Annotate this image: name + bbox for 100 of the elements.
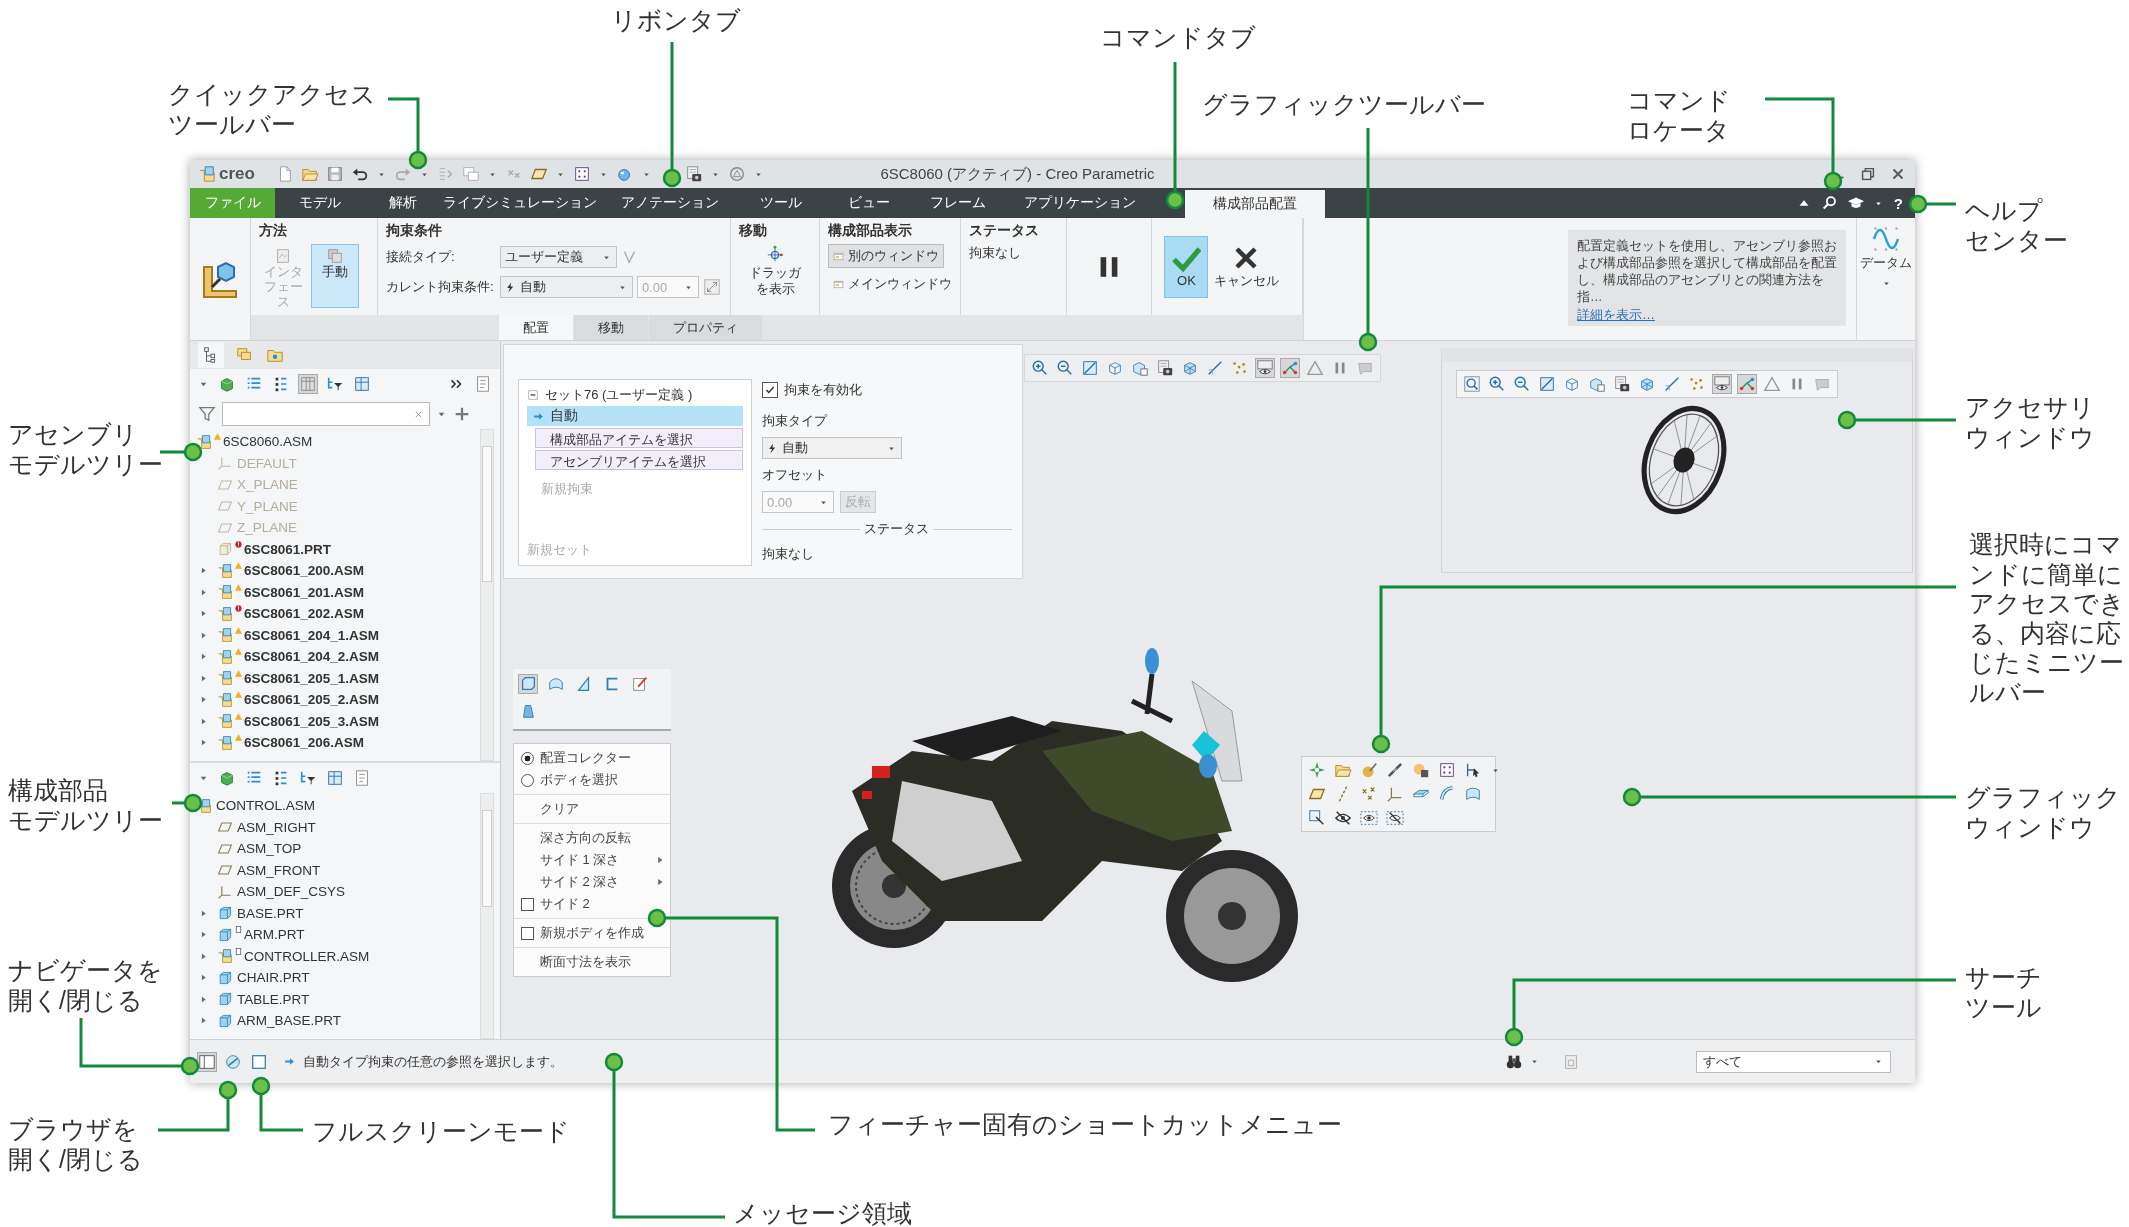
axis-pointer-icon[interactable] xyxy=(1464,761,1482,779)
column-table-icon[interactable] xyxy=(299,375,317,393)
zoom-out-icon[interactable] xyxy=(1513,375,1531,393)
checkbox[interactable] xyxy=(762,382,778,398)
constraint-item[interactable]: 自動 xyxy=(527,406,743,426)
show-dragger-button[interactable]: ドラッガを表示 xyxy=(738,244,812,298)
diagonal-arrows-icon[interactable] xyxy=(702,278,721,296)
tree-item[interactable]: CONTROLLER.ASM xyxy=(244,948,370,964)
reference-collector[interactable]: 構成部品アイテムを選択 xyxy=(535,428,743,448)
eye-slash-icon[interactable] xyxy=(1334,809,1352,827)
node-branch-icon[interactable] xyxy=(1281,359,1299,377)
menu-item[interactable]: ボディを選択 xyxy=(540,771,670,789)
filter-icon[interactable] xyxy=(198,405,216,423)
ok-button[interactable]: OK xyxy=(1164,235,1209,298)
method-button[interactable]: 手動 xyxy=(311,244,359,308)
ribbon-tab[interactable]: 構成部品配置 xyxy=(1185,190,1325,218)
cube-icon[interactable] xyxy=(1563,375,1581,393)
selection-filter-dropdown[interactable]: すべて xyxy=(1696,1050,1891,1073)
radio-button[interactable] xyxy=(520,751,534,765)
eye-slash-dashed-icon[interactable] xyxy=(1386,809,1404,827)
details-link[interactable]: 詳細を表示… xyxy=(1577,305,1655,324)
menu-item[interactable]: サイド 1 深さ xyxy=(540,851,654,869)
menu-item[interactable]: クリア xyxy=(540,800,670,818)
tree-nodes-icon[interactable] xyxy=(198,342,224,368)
checkbox[interactable] xyxy=(520,897,534,911)
triangle-icon[interactable] xyxy=(1306,359,1324,377)
x-points-icon[interactable] xyxy=(1360,785,1378,803)
sweep-icon[interactable] xyxy=(1438,785,1456,803)
ribbon-tab[interactable]: ビュー xyxy=(822,188,915,218)
tree-item[interactable]: 6SC8061_206.ASM xyxy=(244,735,365,751)
window-toggle-button[interactable]: メインウィンドウ xyxy=(828,272,958,296)
assembly-placement-icon[interactable] xyxy=(200,259,240,299)
dashboard-tab[interactable]: 配置 xyxy=(499,315,573,340)
ribbon-tab[interactable]: フレーム xyxy=(915,188,1000,218)
eye-box-icon[interactable] xyxy=(1713,375,1731,393)
solid-cube-icon[interactable] xyxy=(218,375,236,393)
saved-view-cube-icon[interactable] xyxy=(1131,359,1149,377)
wire-cube-icon[interactable] xyxy=(1181,359,1199,377)
scrollbar[interactable] xyxy=(480,793,494,1039)
menu-item[interactable]: サイド 2 xyxy=(540,895,670,913)
datum-button[interactable]: データム xyxy=(1860,224,1912,272)
pencil-sheet-icon[interactable] xyxy=(631,675,649,693)
zoom-in-icon[interactable] xyxy=(1488,375,1506,393)
tree-item[interactable]: 6SC8061_205_1.ASM xyxy=(244,670,380,686)
tree-item[interactable]: ARM.PRT xyxy=(244,927,305,943)
surface-icon[interactable] xyxy=(1464,785,1482,803)
table-grid-icon[interactable] xyxy=(353,375,371,393)
plane-slash-icon[interactable] xyxy=(1206,359,1224,377)
camera-sheet-icon[interactable] xyxy=(1613,375,1631,393)
tree-item[interactable]: BASE.PRT xyxy=(237,905,304,921)
menu-item[interactable]: 新規ボディを作成 xyxy=(540,924,670,942)
navigator-panel-icon[interactable] xyxy=(198,1052,216,1071)
node-branch-icon[interactable] xyxy=(1738,375,1756,393)
hide-select-icon[interactable] xyxy=(1308,809,1326,827)
tree-filter-icon[interactable] xyxy=(299,769,317,787)
tree-item[interactable]: CONTROL.ASM xyxy=(216,798,315,814)
solid-cube-icon[interactable] xyxy=(218,769,236,787)
table-grid-icon[interactable] xyxy=(326,769,344,787)
tree-item[interactable]: 6SC8061_205_2.ASM xyxy=(244,692,380,708)
set-title[interactable]: セット76 (ユーザー定義 ) xyxy=(545,386,693,404)
star-burst-icon[interactable] xyxy=(1308,761,1326,779)
menu-item[interactable]: サイド 2 深さ xyxy=(540,873,654,891)
connection-type-dropdown[interactable]: ユーザー定義 xyxy=(499,246,617,268)
dot-grid-icon[interactable] xyxy=(572,165,591,183)
tree-filter-icon[interactable] xyxy=(326,375,344,393)
ribbon-tab[interactable]: アノテーション xyxy=(600,188,740,218)
dashboard-tab[interactable]: 移動 xyxy=(574,315,648,340)
scrollbar[interactable] xyxy=(480,429,494,761)
dot-grid-icon[interactable] xyxy=(1438,761,1456,779)
constraint-dropdown[interactable]: 自動 xyxy=(499,276,633,298)
menu-item[interactable]: 配置コレクター xyxy=(540,749,670,767)
shaded-cubes-icon[interactable] xyxy=(1412,761,1430,779)
reference-collector[interactable]: アセンブリアイテムを選択 xyxy=(535,450,743,470)
radio-button[interactable] xyxy=(520,773,534,787)
zoom-out-icon[interactable] xyxy=(1056,359,1074,377)
tree-item[interactable]: 6SC8061_200.ASM xyxy=(244,563,365,579)
paint-brush-icon[interactable] xyxy=(1360,761,1378,779)
window-toggle-button[interactable]: 別のウィンドウ xyxy=(828,244,945,268)
restore-icon[interactable] xyxy=(1859,165,1877,183)
chain-link-icon[interactable] xyxy=(1386,761,1404,779)
plane-slash-icon[interactable] xyxy=(1663,375,1681,393)
ribbon-tab[interactable]: モデル xyxy=(275,188,365,218)
dashboard-tab[interactable]: プロパティ xyxy=(649,315,762,340)
dotted-points-icon[interactable] xyxy=(1688,375,1706,393)
ribbon-tab[interactable]: ツール xyxy=(740,188,822,218)
camera-sheet-icon[interactable] xyxy=(684,165,703,183)
tree-item[interactable]: 6SC8061.PRT xyxy=(244,541,332,557)
search-icon[interactable] xyxy=(1820,194,1839,212)
eye-dashed-icon[interactable] xyxy=(1360,809,1378,827)
tree-item[interactable]: 6SC8061_201.ASM xyxy=(244,584,365,600)
constraint-type-dropdown[interactable]: 自動 xyxy=(762,437,902,459)
list-sheet-icon[interactable] xyxy=(353,769,371,787)
tree-item[interactable]: 6SC8060.ASM xyxy=(223,434,313,450)
help-button[interactable]: ? xyxy=(1891,194,1905,212)
tree-item[interactable]: CHAIR.PRT xyxy=(237,970,310,986)
tree-item[interactable]: 6SC8061_204_2.ASM xyxy=(244,649,380,665)
tree-item[interactable]: ASM_RIGHT xyxy=(237,819,316,835)
tree-item[interactable]: ASM_TOP xyxy=(237,841,302,857)
camera-sheet-icon[interactable] xyxy=(1156,359,1174,377)
plus-icon[interactable] xyxy=(453,405,471,423)
